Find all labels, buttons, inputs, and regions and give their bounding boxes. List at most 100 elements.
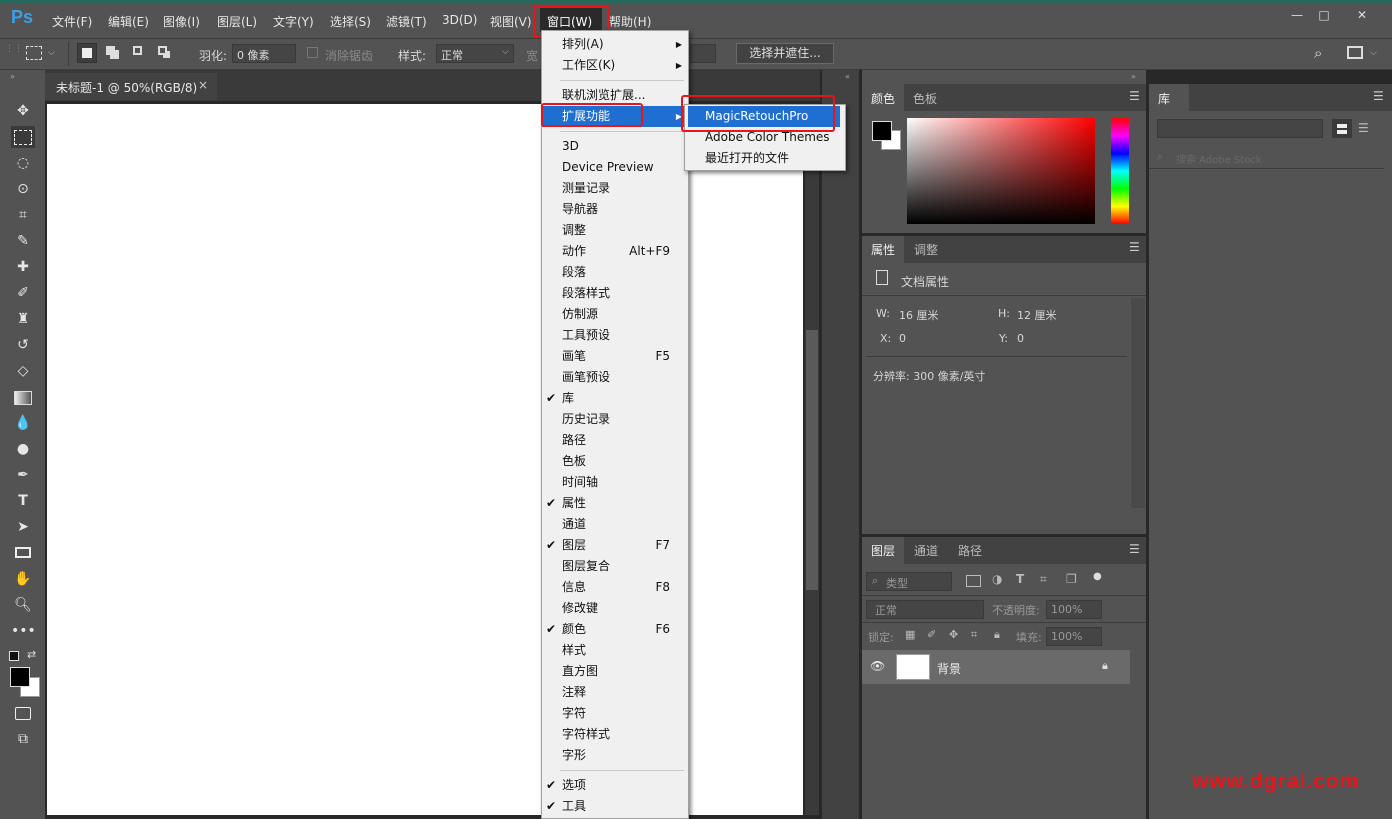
menu-edit[interactable]: 编辑(E) <box>108 13 149 30</box>
window-menu-item[interactable]: 样式 <box>542 640 688 661</box>
dodge-tool-icon[interactable]: ● <box>11 438 35 460</box>
menu-type[interactable]: 文字(Y) <box>273 13 314 30</box>
menu-3d[interactable]: 3D(D) <box>442 13 477 27</box>
foreground-color-swatch[interactable] <box>10 667 30 687</box>
window-menu-item[interactable]: Device Preview <box>542 157 688 178</box>
window-menu-item[interactable]: 修改键 <box>542 598 688 619</box>
window-menu-item[interactable]: 字符样式 <box>542 724 688 745</box>
lock-artboard-icon[interactable]: ⌗ <box>971 628 977 642</box>
marquee-tool-icon[interactable] <box>11 126 35 148</box>
menu-layer[interactable]: 图层(L) <box>217 13 257 30</box>
shape-filter-icon[interactable]: ⌗ <box>1040 572 1047 587</box>
stock-search-input[interactable]: 搜索 Adobe Stock <box>1176 151 1262 166</box>
tab-paths[interactable]: 路径 <box>958 542 982 559</box>
x-value[interactable]: 0 <box>899 332 906 345</box>
adjustment-filter-icon[interactable]: ◑ <box>992 572 1002 586</box>
tab-channels[interactable]: 通道 <box>914 542 938 559</box>
window-menu-item[interactable]: 通道 <box>542 514 688 535</box>
path-select-tool-icon[interactable]: ➤ <box>11 516 35 538</box>
scrollbar-thumb[interactable] <box>806 330 818 590</box>
layer-filter-select[interactable] <box>866 572 952 591</box>
window-menu-item[interactable]: 历史记录 <box>542 409 688 430</box>
canvas[interactable] <box>47 104 803 815</box>
quick-select-tool-icon[interactable]: ⊙ <box>11 178 35 200</box>
zoom-tool-icon[interactable]: 🔍︎ <box>11 594 35 616</box>
new-selection-icon[interactable] <box>77 43 97 63</box>
type-filter-icon[interactable]: T <box>1016 572 1024 586</box>
menu-help[interactable]: 帮助(H) <box>609 13 651 30</box>
window-menu-item[interactable]: 时间轴 <box>542 472 688 493</box>
gradient-tool-icon[interactable] <box>11 386 35 408</box>
move-tool-icon[interactable]: ✥ <box>11 100 35 122</box>
minimize-icon[interactable]: — <box>1287 8 1307 22</box>
pen-tool-icon[interactable]: ✒ <box>11 464 35 486</box>
menu-file[interactable]: 文件(F) <box>52 13 92 30</box>
window-menu-item[interactable]: 调整 <box>542 220 688 241</box>
window-menu-item[interactable]: 直方图 <box>542 661 688 682</box>
w-value[interactable]: 16 厘米 <box>899 307 939 323</box>
window-menu-item[interactable]: 仿制源 <box>542 304 688 325</box>
window-menu-item[interactable]: 路径 <box>542 430 688 451</box>
window-menu-item[interactable]: ✔ 工具 <box>542 796 688 817</box>
swap-colors-icon[interactable]: ⇄ <box>27 648 36 661</box>
window-menu-item[interactable]: 色板 <box>542 451 688 472</box>
panel-menu-icon[interactable]: ☰ <box>1129 240 1140 254</box>
window-menu-item[interactable]: 工作区(K) ▶ <box>542 55 688 76</box>
chevron-down-icon[interactable]: ⌵ <box>1370 48 1377 58</box>
list-view-icon[interactable]: ☰ <box>1358 121 1369 135</box>
hand-tool-icon[interactable]: ✋ <box>11 568 35 590</box>
close-icon[interactable]: ✕ <box>1352 8 1372 22</box>
window-menu-item[interactable]: 信息 F8 <box>542 577 688 598</box>
collapse-icon[interactable]: « <box>845 72 850 81</box>
window-menu-item[interactable]: 画笔 F5 <box>542 346 688 367</box>
window-menu-item[interactable]: 工具预设 <box>542 325 688 346</box>
add-selection-icon[interactable] <box>106 46 115 55</box>
window-menu-item[interactable]: 字符 <box>542 703 688 724</box>
lock-transparent-icon[interactable]: ▦ <box>905 628 915 641</box>
window-menu-item[interactable]: ✔ 属性 <box>542 493 688 514</box>
window-menu-item[interactable]: 画笔预设 <box>542 367 688 388</box>
window-menu-item[interactable]: 注释 <box>542 682 688 703</box>
menu-view[interactable]: 视图(V) <box>490 13 532 30</box>
tab-library[interactable]: 库 <box>1158 90 1170 107</box>
grid-view-icon[interactable] <box>1332 119 1352 138</box>
window-menu-item[interactable]: 导航器 <box>542 199 688 220</box>
hue-slider[interactable] <box>1111 118 1129 224</box>
stamp-tool-icon[interactable]: ♜ <box>11 308 35 330</box>
eyedropper-tool-icon[interactable]: ✎ <box>11 230 35 252</box>
filter-toggle-icon[interactable]: ● <box>1093 571 1102 582</box>
window-menu-item[interactable]: 排列(A) ▶ <box>542 34 688 55</box>
expand-icon[interactable]: » <box>1131 72 1136 81</box>
blur-tool-icon[interactable]: 💧 <box>11 412 35 434</box>
window-menu-item[interactable]: 3D <box>542 136 688 157</box>
tab-color[interactable]: 颜色 <box>871 90 895 107</box>
window-menu-item[interactable]: 段落 <box>542 262 688 283</box>
healing-brush-tool-icon[interactable]: ✚ <box>11 256 35 278</box>
window-menu-item[interactable]: 图层复合 <box>542 556 688 577</box>
chevron-down-icon[interactable]: ⌵ <box>48 48 55 58</box>
search-icon[interactable]: ⌕ <box>1314 44 1322 62</box>
tab-adjustments[interactable]: 调整 <box>914 241 938 258</box>
screen-mode-icon[interactable]: ⧉ <box>11 728 35 750</box>
marquee-preset-icon[interactable] <box>26 46 42 60</box>
layer-lock-icon[interactable]: 🔒︎ <box>1102 659 1108 673</box>
height-input[interactable] <box>690 44 716 63</box>
crop-tool-icon[interactable]: ⌗ <box>11 204 35 226</box>
tab-layers[interactable]: 图层 <box>871 542 895 559</box>
rectangle-tool-icon[interactable] <box>11 542 35 564</box>
lasso-tool-icon[interactable]: ◌ <box>11 152 35 174</box>
select-and-mask-button[interactable]: 选择并遮住... <box>736 43 834 64</box>
history-brush-tool-icon[interactable]: ↺ <box>11 334 35 356</box>
opacity-input[interactable]: 100% <box>1046 600 1102 619</box>
collapse-icon[interactable]: » <box>10 72 15 81</box>
window-menu-item[interactable]: 测量记录 <box>542 178 688 199</box>
workspace-icon[interactable] <box>1347 46 1363 59</box>
window-menu-item[interactable]: 字形 <box>542 745 688 766</box>
feather-input[interactable]: 0 像素 <box>232 44 296 63</box>
menu-image[interactable]: 图像(I) <box>163 13 200 30</box>
window-menu-item[interactable]: 段落样式 <box>542 283 688 304</box>
smart-object-filter-icon[interactable]: ❐ <box>1066 572 1077 586</box>
visibility-eye-icon[interactable]: 👁︎ <box>870 659 885 673</box>
color-field[interactable] <box>907 118 1095 224</box>
h-value[interactable]: 12 厘米 <box>1017 307 1057 323</box>
